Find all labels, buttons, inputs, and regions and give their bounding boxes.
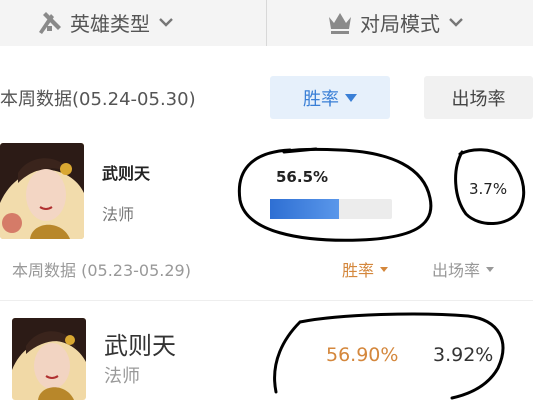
sort-winrate-button[interactable]: 胜率 [270, 76, 390, 119]
week-data-label-2: 本周数据 (05.23-05.29) [12, 261, 191, 280]
sort-pickrate-tab[interactable]: 出场率 [432, 257, 495, 281]
annotation-circle [237, 147, 433, 242]
sort-down-icon [380, 266, 389, 272]
sort-pickrate-label: 出场率 [432, 261, 481, 280]
hero-type-icon [39, 12, 61, 34]
sort-winrate-label: 胜率 [303, 88, 339, 110]
sort-down-icon [345, 93, 357, 102]
win-rate-value-2: 56.90% [326, 344, 399, 366]
chevron-down-icon [449, 18, 463, 27]
win-rate-bar-fill [270, 199, 339, 219]
hero-type-filter[interactable]: 英雄类型 [36, 2, 176, 42]
sort-down-icon [486, 266, 495, 272]
hero-name-2: 武则天 [104, 332, 176, 360]
hero-type-label: 英雄类型 [70, 11, 150, 36]
chevron-down-icon [159, 18, 173, 27]
win-rate-bar [270, 199, 392, 219]
win-rate-value: 56.5% [276, 168, 329, 186]
filter-divider [266, 0, 267, 46]
hero-avatar[interactable] [0, 143, 84, 239]
hero-name: 武则天 [102, 164, 151, 183]
pick-rate-value-2: 3.92% [433, 344, 494, 366]
hero-role: 法师 [102, 205, 135, 224]
crown-icon [329, 13, 351, 34]
annotation-circle [282, 147, 318, 154]
hero-role-2: 法师 [104, 366, 140, 387]
week-data-label: 本周数据(05.24-05.30) [0, 89, 196, 110]
match-mode-filter[interactable]: 对局模式 [326, 2, 466, 42]
hero-avatar-2[interactable] [12, 318, 86, 400]
match-mode-label: 对局模式 [360, 11, 440, 36]
sort-winrate-tab[interactable]: 胜率 [342, 257, 389, 281]
sort-winrate-label: 胜率 [342, 261, 375, 280]
pick-rate-value: 3.7% [469, 180, 508, 198]
sort-pickrate-button[interactable]: 出场率 [424, 76, 533, 119]
divider [0, 300, 533, 301]
sort-pickrate-label: 出场率 [451, 88, 506, 110]
